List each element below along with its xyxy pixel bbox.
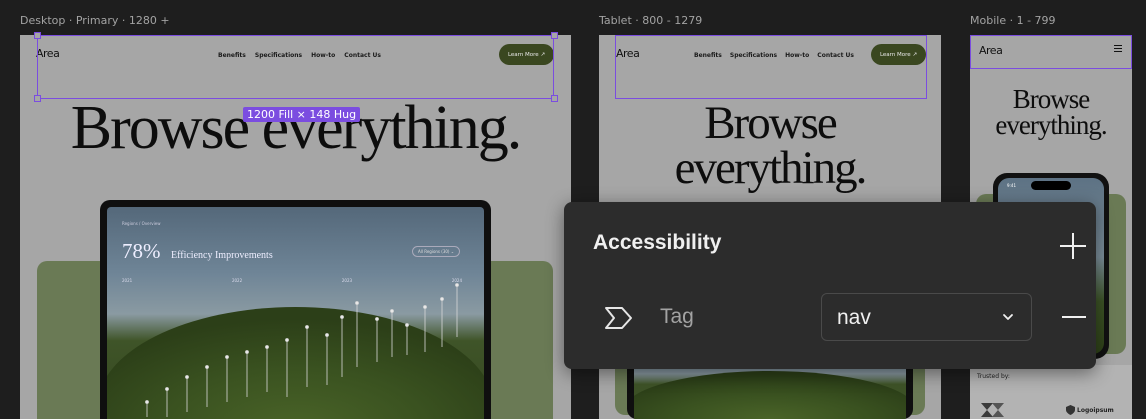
- mobile-frame-label[interactable]: Mobile · 1 - 799: [970, 14, 1056, 27]
- resize-handle[interactable]: [551, 95, 558, 102]
- tag-label: Tag: [660, 305, 694, 328]
- resize-handle[interactable]: [551, 32, 558, 39]
- tablet-frame-label[interactable]: Tablet · 800 - 1279: [599, 14, 702, 27]
- tag-icon: [605, 307, 632, 329]
- partner-logo: Logoipsum: [1066, 405, 1114, 415]
- plus-icon[interactable]: [1060, 233, 1086, 259]
- hero-line: everything.: [674, 141, 868, 194]
- dashboard-pins: [145, 283, 459, 417]
- tablet-nav-selection-box[interactable]: [615, 35, 927, 99]
- desktop-frame-label[interactable]: Desktop · Primary · 1280 +: [20, 14, 170, 27]
- resize-handle[interactable]: [34, 32, 41, 39]
- mobile-nav-selection-box[interactable]: [970, 35, 1132, 69]
- shield-icon: [1066, 405, 1075, 415]
- minus-icon[interactable]: [1062, 316, 1086, 318]
- accessibility-panel: Accessibility Tag nav: [564, 202, 1096, 369]
- hero-line: Browse: [704, 97, 838, 149]
- hero-heading: Browse everything.: [599, 97, 941, 194]
- phone-time: 9:41: [1007, 183, 1016, 188]
- partner-logo-icon: [981, 403, 1004, 417]
- dynamic-island: [1031, 181, 1071, 190]
- panel-title: Accessibility: [593, 231, 722, 254]
- partner-name: Logoipsum: [1077, 406, 1114, 414]
- resize-handle[interactable]: [34, 95, 41, 102]
- hero-heading: Browse everything.: [970, 84, 1132, 140]
- laptop-mockup: Regions / Overview 78% Efficiency Improv…: [100, 200, 491, 419]
- dashboard-screen: Regions / Overview 78% Efficiency Improv…: [107, 207, 484, 419]
- nav-selection-box[interactable]: [37, 35, 554, 99]
- hero-line: Browse: [1012, 84, 1091, 114]
- chevron-down-icon: [1003, 314, 1013, 320]
- hero-line: everything.: [995, 109, 1107, 140]
- tag-select[interactable]: nav: [821, 293, 1032, 341]
- tag-select-value: nav: [837, 306, 871, 329]
- trusted-by-label: Trusted by:: [977, 373, 1010, 380]
- size-badge: 1200 Fill × 148 Hug: [243, 107, 361, 122]
